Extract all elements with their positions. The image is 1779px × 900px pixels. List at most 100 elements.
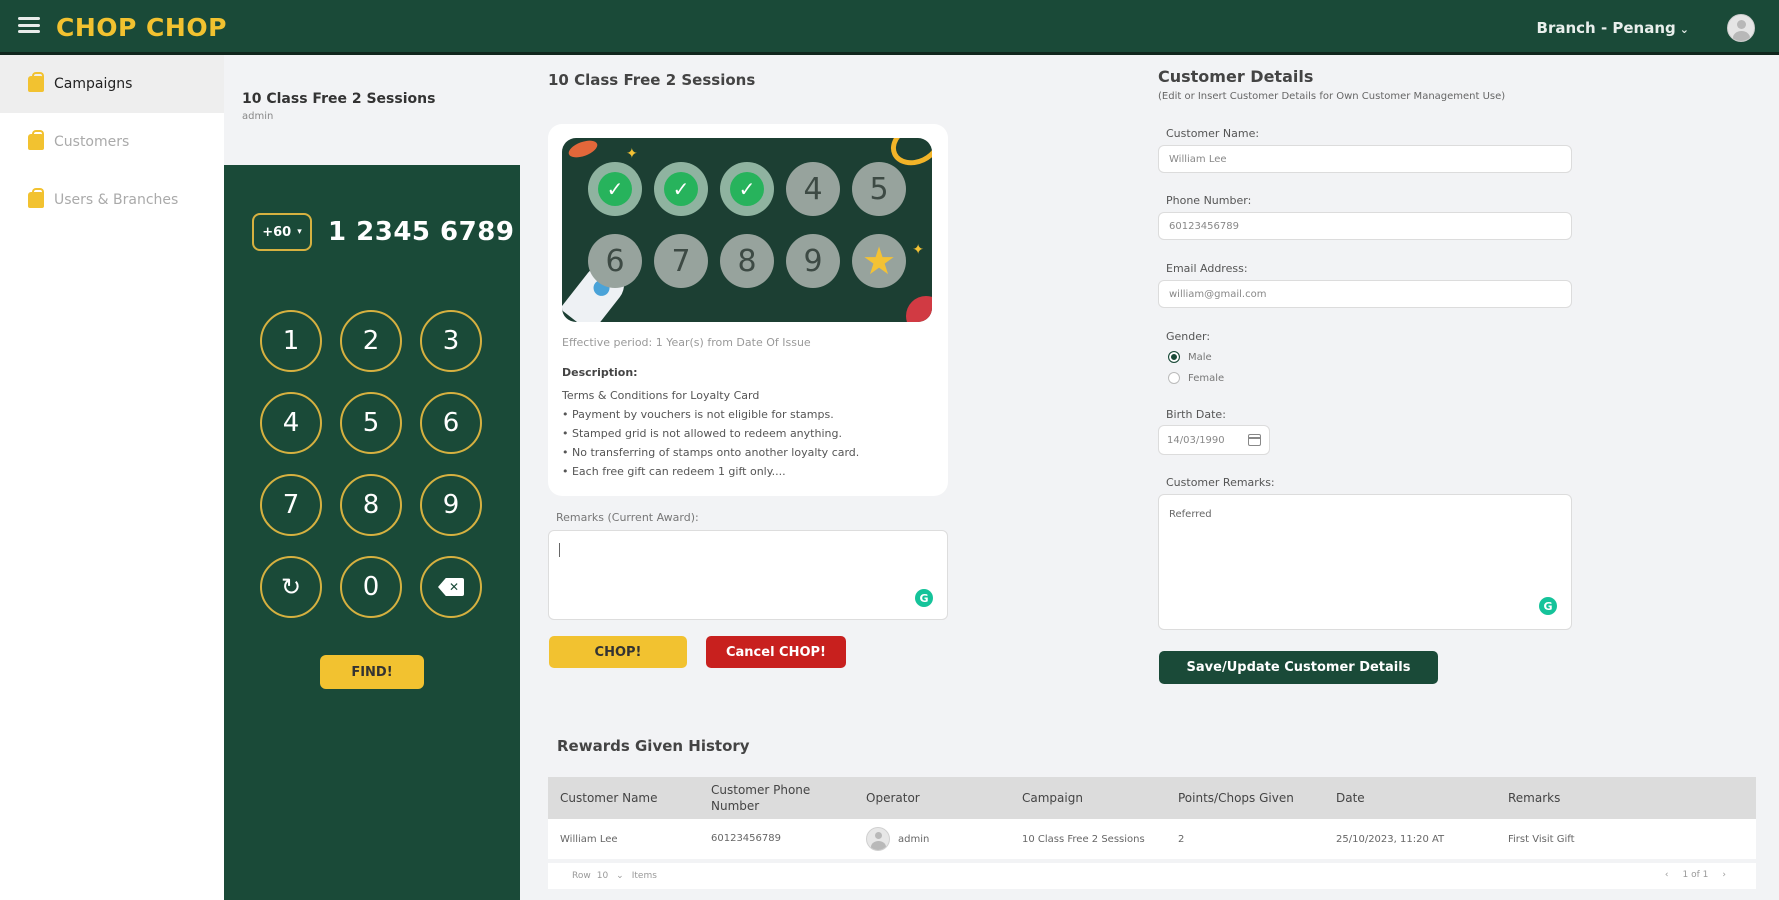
country-code-select[interactable]: +60 ▾ [252, 213, 312, 251]
planet-decoration [566, 138, 600, 161]
grammarly-icon[interactable]: G [915, 589, 933, 607]
description-line: • No transferring of stamps onto another… [562, 446, 860, 459]
star-icon: ★ [861, 239, 897, 283]
campaign-detail-title: 10 Class Free 2 Sessions [548, 71, 756, 89]
key-9[interactable]: 9 [420, 474, 482, 536]
branch-label: Branch - Penang [1536, 19, 1676, 37]
column-header[interactable]: Operator [858, 791, 1014, 805]
stamp-8: 8 [720, 234, 774, 288]
chevron-down-icon: ⌄ [1679, 23, 1689, 36]
rows-per-page-select[interactable]: 10 ⌄ [597, 871, 624, 881]
column-header[interactable]: Customer Name [548, 791, 703, 805]
backspace-icon: ✕ [438, 578, 464, 596]
sidebar-item-users-branches[interactable]: Users & Branches [0, 171, 224, 229]
cell-points: 2 [1178, 833, 1185, 845]
table-footer: Row 10 ⌄ Items ‹ 1 of 1 › [548, 863, 1756, 889]
key-4[interactable]: 4 [260, 392, 322, 454]
customer-details-title: Customer Details [1158, 67, 1314, 86]
table-header: Customer Name Customer Phone Number Oper… [548, 777, 1756, 819]
gender-male-radio[interactable]: Male [1168, 351, 1212, 363]
customer-remarks-field[interactable]: Referred G [1158, 494, 1572, 630]
chevron-right-icon[interactable]: › [1722, 870, 1726, 880]
customer-name-field[interactable]: William Lee [1158, 145, 1572, 173]
description-line: • Each free gift can redeem 1 gift only.… [562, 465, 786, 478]
rewards-history-title: Rewards Given History [557, 737, 750, 755]
table-row[interactable]: William Lee 60123456789 admin 10 Class F… [548, 819, 1756, 859]
phone-number-label: Phone Number: [1166, 194, 1252, 207]
email-field[interactable]: william@gmail.com [1158, 280, 1572, 308]
key-0[interactable]: 0 [340, 556, 402, 618]
email-label: Email Address: [1166, 262, 1248, 275]
page-indicator: 1 of 1 [1682, 870, 1709, 880]
column-header[interactable]: Date [1328, 791, 1500, 805]
top-bar: CHOP CHOP Branch - Penang ⌄ [0, 0, 1779, 55]
key-1[interactable]: 1 [260, 310, 322, 372]
text-caret [559, 543, 560, 557]
grammarly-icon[interactable]: G [1539, 597, 1557, 615]
radio-checked-icon [1168, 351, 1180, 363]
chevron-down-icon: ⌄ [616, 871, 624, 881]
radio-unchecked-icon [1168, 372, 1180, 384]
find-button[interactable]: FIND! [320, 655, 424, 689]
store-icon [28, 188, 44, 208]
stamp-3: ✓ [720, 162, 774, 216]
campaign-title: 10 Class Free 2 Sessions [242, 91, 436, 107]
logo: CHOP CHOP [56, 13, 227, 42]
stamp-1: ✓ [588, 162, 642, 216]
phone-number-field[interactable]: 60123456789 [1158, 212, 1572, 240]
cancel-chop-button[interactable]: Cancel CHOP! [706, 636, 846, 668]
check-icon: ✓ [664, 172, 698, 206]
sidebar-item-customers[interactable]: Customers [0, 113, 224, 171]
key-7[interactable]: 7 [260, 474, 322, 536]
description-label: Description: [562, 366, 638, 379]
column-header[interactable]: Campaign [1014, 791, 1170, 805]
column-header[interactable]: Customer Phone Number [703, 782, 858, 814]
branch-selector[interactable]: Branch - Penang ⌄ [1537, 19, 1689, 37]
key-2[interactable]: 2 [340, 310, 402, 372]
birth-date-field[interactable]: 14/03/1990 [1158, 425, 1270, 455]
menu-icon[interactable] [18, 17, 40, 33]
stamp-6: 6 [588, 234, 642, 288]
stamp-4: 4 [786, 162, 840, 216]
key-5[interactable]: 5 [340, 392, 402, 454]
remarks-input[interactable]: G [548, 530, 948, 620]
sidebar-item-label: Users & Branches [54, 192, 179, 208]
column-header[interactable]: Remarks [1500, 791, 1756, 805]
birth-date-label: Birth Date: [1166, 408, 1226, 421]
loyalty-card-panel: ✦ ✦ ✓ ✓ ✓ 4 5 6 7 8 9 ★ Effective period… [548, 124, 948, 496]
user-avatar[interactable] [1727, 14, 1755, 42]
chevron-left-icon[interactable]: ‹ [1665, 870, 1669, 880]
save-customer-button[interactable]: Save/Update Customer Details [1159, 651, 1438, 684]
stamp-7: 7 [654, 234, 708, 288]
stamp-10: ★ [852, 234, 906, 288]
backspace-key[interactable]: ✕ [420, 556, 482, 618]
campaign-header: 10 Class Free 2 Sessions admin [224, 55, 520, 165]
chop-button[interactable]: CHOP! [549, 636, 687, 668]
store-icon [28, 72, 44, 92]
items-label: Items [631, 871, 657, 881]
description-line: Terms & Conditions for Loyalty Card [562, 389, 760, 402]
reset-icon[interactable]: ↻ [260, 556, 322, 618]
key-3[interactable]: 3 [420, 310, 482, 372]
stamp-2: ✓ [654, 162, 708, 216]
phone-display: +60 ▾ 1 2345 6789 [252, 213, 514, 251]
column-header[interactable]: Points/Chops Given [1170, 791, 1328, 805]
cell-operator: admin [858, 827, 1014, 851]
gender-female-radio[interactable]: Female [1168, 372, 1224, 384]
rows-per-page-value: 10 [596, 871, 609, 881]
sparkle-icon: ✦ [626, 146, 638, 162]
description-line: • Payment by vouchers is not eligible fo… [562, 408, 834, 421]
stamp-card: ✦ ✦ ✓ ✓ ✓ 4 5 6 7 8 9 ★ [562, 138, 932, 322]
store-icon [28, 130, 44, 150]
key-6[interactable]: 6 [420, 392, 482, 454]
country-code-value: +60 [262, 224, 292, 240]
sidebar-item-campaigns[interactable]: Campaigns [0, 55, 224, 113]
description-line: • Stamped grid is not allowed to redeem … [562, 427, 842, 440]
rewards-history-table: Customer Name Customer Phone Number Oper… [548, 777, 1756, 889]
key-8[interactable]: 8 [340, 474, 402, 536]
gender-option-label: Female [1188, 372, 1225, 384]
calendar-icon[interactable] [1248, 434, 1261, 446]
chevron-down-icon: ▾ [297, 227, 302, 237]
sidebar-item-label: Campaigns [54, 76, 133, 92]
check-icon: ✓ [730, 172, 764, 206]
